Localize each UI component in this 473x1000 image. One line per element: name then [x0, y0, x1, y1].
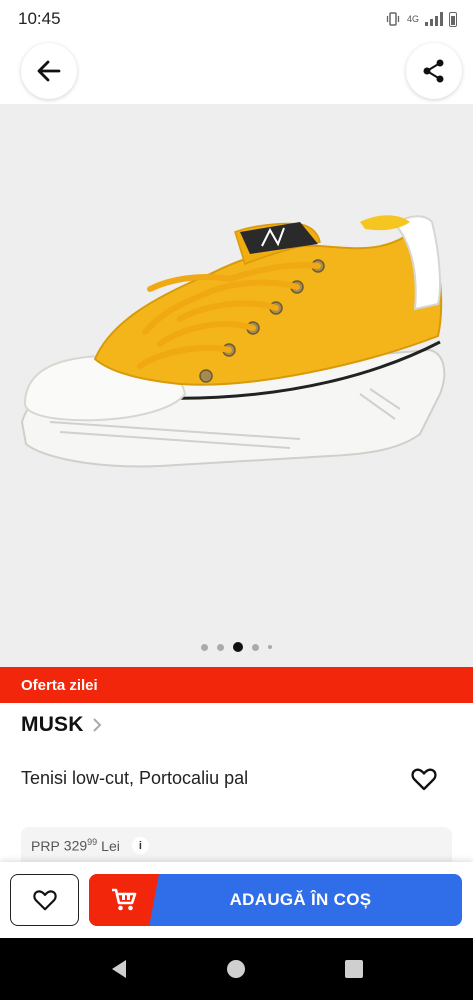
status-bar: 10:45 4G	[0, 0, 473, 38]
prp-value: 32999	[63, 837, 98, 854]
heart-icon	[411, 768, 437, 791]
share-button[interactable]	[406, 43, 462, 99]
heart-icon	[32, 890, 57, 911]
gallery-pagination	[0, 642, 473, 652]
gallery-dot[interactable]	[252, 643, 259, 651]
vibrate-icon	[386, 12, 400, 26]
add-to-cart-button[interactable]: ADAUGĂ ÎN COȘ	[89, 874, 462, 926]
gallery-dot-active[interactable]	[233, 642, 243, 652]
gallery-dot[interactable]	[268, 645, 272, 649]
offer-label: Oferta zilei	[21, 676, 98, 694]
status-icons: 4G	[385, 11, 457, 27]
prp-prefix: PRP	[31, 837, 60, 854]
wishlist-button[interactable]	[10, 874, 79, 926]
offer-banner: Oferta zilei	[0, 667, 473, 703]
prp-currency: Lei	[101, 837, 120, 854]
bottom-action-bar: ADAUGĂ ÎN COȘ	[0, 862, 473, 938]
add-to-favorites-button[interactable]	[410, 765, 438, 793]
signal-icon	[425, 12, 443, 26]
product-title: Tenisi low-cut, Portocaliu pal	[21, 768, 249, 788]
arrow-left-icon	[37, 60, 61, 82]
status-time: 10:45	[18, 9, 61, 28]
system-navigation-bar	[0, 938, 473, 1000]
nav-recents-icon[interactable]	[343, 958, 365, 980]
back-button[interactable]	[21, 43, 77, 99]
prp-price: PRP 32999 Lei i	[31, 837, 442, 854]
share-icon	[423, 59, 444, 83]
chevron-right-icon	[92, 718, 102, 732]
network-type-label: 4G	[406, 14, 419, 24]
nav-back-icon[interactable]	[108, 958, 130, 980]
info-icon[interactable]: i	[131, 837, 149, 854]
nav-home-icon[interactable]	[225, 958, 247, 980]
gallery-dot[interactable]	[201, 643, 208, 651]
add-to-cart-label: ADAUGĂ ÎN COȘ	[229, 890, 372, 909]
product-image-gallery[interactable]	[0, 104, 473, 667]
cart-icon-slab	[89, 874, 159, 926]
battery-icon	[449, 11, 457, 27]
brand-name: MUSK	[21, 713, 84, 736]
brand-link[interactable]: MUSK	[21, 713, 102, 737]
product-image	[20, 215, 446, 468]
cart-icon	[112, 888, 137, 911]
gallery-dot[interactable]	[217, 643, 224, 651]
